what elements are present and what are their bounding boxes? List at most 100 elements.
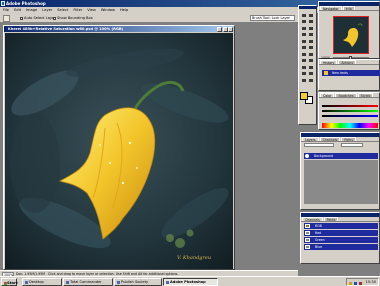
channel-row-rgb[interactable]: RGB bbox=[304, 223, 378, 229]
layers-empty-area bbox=[304, 160, 378, 204]
blur-glyph-icon bbox=[301, 52, 306, 56]
tab-channels-paths[interactable]: Paths bbox=[323, 217, 339, 222]
history-brush-tool-icon[interactable] bbox=[308, 38, 315, 44]
magic-wand-tool-icon[interactable] bbox=[308, 19, 315, 25]
bounding-box-checkbox[interactable] bbox=[53, 16, 56, 20]
color-slider-r[interactable] bbox=[322, 105, 378, 107]
color-slider-g[interactable] bbox=[322, 110, 378, 112]
tab-layers-paths[interactable]: Paths bbox=[341, 137, 356, 142]
taskbar-button-desktop[interactable]: Desktop bbox=[22, 278, 62, 286]
color-slider-b[interactable] bbox=[322, 115, 378, 117]
tab-actions[interactable]: Actions bbox=[338, 60, 356, 65]
marquee-tool-icon[interactable] bbox=[300, 12, 307, 18]
tray-network-icon[interactable] bbox=[354, 281, 357, 285]
taskbar-button-publish-society[interactable]: Publish Society bbox=[114, 278, 162, 286]
menu-window[interactable]: Window bbox=[101, 8, 115, 12]
path-select-tool-icon[interactable] bbox=[300, 58, 307, 64]
menu-view[interactable]: View bbox=[87, 8, 96, 12]
total-commander-icon bbox=[65, 281, 69, 284]
move-tool-icon[interactable] bbox=[3, 14, 10, 22]
shape-tool-icon[interactable] bbox=[308, 64, 315, 70]
tab-color[interactable]: Color bbox=[320, 93, 335, 98]
menu-help[interactable]: Help bbox=[120, 8, 128, 12]
photoshop-app-icon bbox=[1, 1, 5, 6]
lasso-tool-icon[interactable] bbox=[300, 19, 307, 25]
path-select-glyph-icon bbox=[301, 59, 306, 62]
menu-select[interactable]: Select bbox=[57, 8, 68, 12]
menu-image[interactable]: Image bbox=[26, 8, 37, 12]
tab-info[interactable]: Info bbox=[342, 6, 355, 11]
eyedropper-glyph-icon bbox=[309, 72, 313, 75]
menu-layer[interactable]: Layer bbox=[42, 8, 52, 12]
tab-swatches[interactable]: Swatches bbox=[335, 93, 357, 98]
opacity-field[interactable] bbox=[341, 142, 363, 147]
tray-volume-icon[interactable] bbox=[349, 281, 352, 285]
doc-minimize-button[interactable] bbox=[217, 26, 222, 32]
channel-row-blue[interactable]: Blue bbox=[304, 244, 378, 250]
gradient-tool-icon[interactable] bbox=[308, 45, 315, 51]
toolbox-title-bar bbox=[299, 6, 317, 9]
crop-tool-icon[interactable] bbox=[300, 25, 307, 31]
clone-tool-icon[interactable] bbox=[300, 38, 307, 44]
notes-tool-icon[interactable] bbox=[300, 71, 307, 77]
blend-mode-select[interactable] bbox=[304, 142, 334, 147]
auto-select-checkbox[interactable] bbox=[20, 16, 23, 20]
layer-visibility-eye-icon[interactable] bbox=[305, 154, 309, 158]
history-item-thumbnail bbox=[324, 71, 328, 75]
navigator-tabs: Navigator Info bbox=[319, 6, 379, 11]
slice-tool-icon[interactable] bbox=[308, 25, 315, 31]
system-tray: 15:30 bbox=[346, 278, 379, 286]
healing-tool-icon[interactable] bbox=[300, 32, 307, 38]
menu-file[interactable]: File bbox=[3, 8, 9, 12]
channel-row-green[interactable]: Green bbox=[304, 237, 378, 243]
tab-channels[interactable]: Channels bbox=[302, 217, 323, 222]
channels-tabs: Channels Paths bbox=[301, 217, 379, 222]
document-window-controls bbox=[217, 26, 233, 32]
app-title: Adobe Photoshop bbox=[6, 1, 46, 6]
move-tool-icon[interactable] bbox=[308, 12, 315, 18]
pen-tool-icon[interactable] bbox=[300, 64, 307, 70]
navigator-view-box[interactable] bbox=[333, 16, 369, 54]
dodge-tool-icon[interactable] bbox=[308, 51, 315, 57]
brush-tool-icon[interactable] bbox=[308, 32, 315, 38]
start-button[interactable]: Start bbox=[1, 278, 18, 286]
healing-glyph-icon bbox=[301, 33, 306, 36]
eyedropper-tool-icon[interactable] bbox=[308, 71, 315, 77]
tab-layers[interactable]: Layers bbox=[302, 137, 319, 142]
hand-tool-icon[interactable] bbox=[300, 77, 307, 83]
show-bounding-box-option[interactable]: Show Bounding Box bbox=[53, 16, 93, 20]
tray-language-icon[interactable] bbox=[359, 281, 362, 285]
taskbar-button-total-commander[interactable]: Total Commander bbox=[63, 278, 113, 286]
tab-styles[interactable]: Styles bbox=[357, 93, 374, 98]
zoom-tool-icon[interactable] bbox=[308, 77, 315, 83]
type-tool-icon[interactable] bbox=[308, 58, 315, 64]
menu-edit[interactable]: Edit bbox=[14, 8, 21, 12]
menu-filter[interactable]: Filter bbox=[73, 8, 82, 12]
windows-logo-icon bbox=[3, 281, 7, 285]
document-canvas[interactable]: V. Khandgreu bbox=[5, 33, 233, 269]
taskbar-label: Publish Society bbox=[121, 280, 149, 284]
shape-glyph-icon bbox=[309, 65, 313, 69]
photo-signature: V. Khandgreu bbox=[177, 255, 212, 261]
tab-history[interactable]: History bbox=[320, 60, 338, 65]
notes-glyph-icon bbox=[301, 72, 306, 75]
tab-navigator[interactable]: Navigator bbox=[320, 6, 342, 11]
channel-row-red[interactable]: Red bbox=[304, 230, 378, 236]
tab-layers-channels[interactable]: Channels bbox=[319, 137, 341, 142]
history-item[interactable]: New texts bbox=[322, 70, 380, 76]
foreground-color-swatch[interactable] bbox=[300, 92, 308, 100]
channel-thumb-rgb bbox=[305, 224, 310, 228]
options-field[interactable]: Brush Tool: Lock Layer bbox=[250, 14, 295, 21]
auto-select-label: Auto Select Layer bbox=[24, 16, 56, 20]
doc-maximize-button[interactable] bbox=[222, 26, 228, 32]
doc-close-button[interactable] bbox=[228, 26, 233, 32]
color-palette: Color Swatches Styles bbox=[318, 92, 380, 130]
taskbar-button-adobe-photoshop[interactable]: Adobe Photoshop bbox=[163, 278, 218, 286]
blur-tool-icon[interactable] bbox=[300, 51, 307, 57]
move-glyph-icon bbox=[309, 13, 313, 17]
color-ramp[interactable] bbox=[322, 123, 378, 128]
layers-tabs: Layers Channels Paths bbox=[301, 137, 379, 142]
eraser-tool-icon[interactable] bbox=[300, 45, 307, 51]
layer-row-background[interactable]: Background bbox=[304, 153, 378, 159]
auto-select-layer-option[interactable]: Auto Select Layer bbox=[20, 16, 56, 20]
